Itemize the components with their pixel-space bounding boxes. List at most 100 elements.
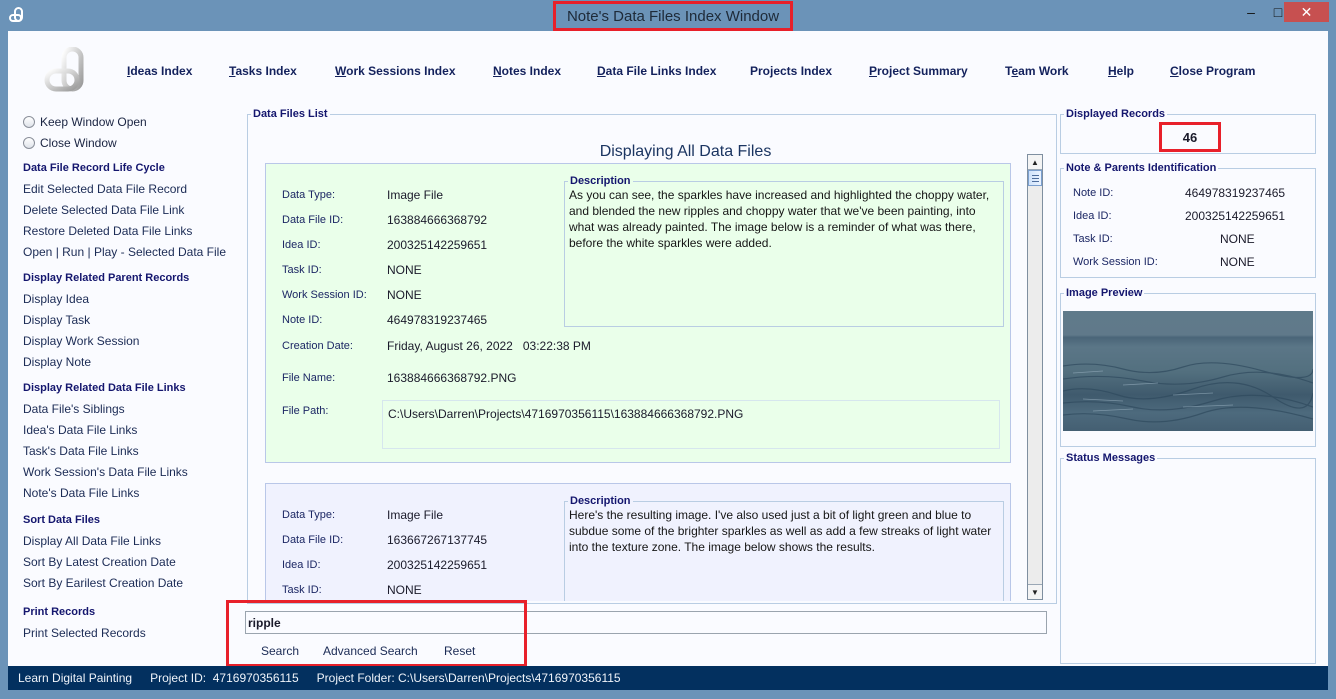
data-file-id-label: Data File ID: — [282, 534, 344, 546]
data-type-value: Image File — [387, 188, 444, 202]
edit-record-link[interactable]: Edit Selected Data File Record — [23, 179, 243, 200]
work-session-data-file-links-link[interactable]: Work Session's Data File Links — [23, 462, 243, 483]
section-title-life-cycle: Data File Record Life Cycle — [23, 162, 165, 174]
nav-close-program[interactable]: Close Program — [1170, 64, 1255, 78]
creation-date-value: Friday, August 26, 2022 03:22:38 PM — [387, 339, 591, 353]
task-id-label: Task ID: — [282, 584, 322, 596]
description-legend: Description — [570, 495, 631, 507]
sort-earliest-link[interactable]: Sort By Earilest Creation Date — [23, 573, 243, 594]
idea-data-file-links-link[interactable]: Idea's Data File Links — [23, 420, 243, 441]
grip-line — [1032, 178, 1039, 179]
id-task-label: Task ID: — [1073, 233, 1113, 245]
file-path-label: File Path: — [282, 405, 329, 417]
nav-help[interactable]: Help — [1108, 64, 1134, 78]
status-bar: Learn Digital Painting Project ID: 47169… — [8, 666, 1328, 690]
note-data-file-links-link[interactable]: Note's Data File Links — [23, 483, 243, 504]
note-id-label: Note ID: — [282, 314, 323, 326]
close-icon: ✕ — [1300, 3, 1313, 20]
id-task-value: NONE — [1220, 232, 1255, 246]
print-selected-link[interactable]: Print Selected Records — [23, 623, 243, 644]
window-title: Note's Data Files Index Window — [566, 7, 780, 25]
data-type-label: Data Type: — [282, 509, 335, 521]
minimize-button[interactable]: – — [1238, 2, 1264, 22]
image-preview[interactable] — [1063, 311, 1313, 431]
file-path-value: C:\Users\Darren\Projects\4716970356115\1… — [382, 400, 1000, 449]
idea-id-value: 200325142259651 — [387, 558, 488, 572]
displayed-records-legend: Displayed Records — [1066, 108, 1166, 120]
water-image — [1063, 362, 1313, 423]
grip-line — [1032, 175, 1039, 176]
grip-line — [1032, 181, 1039, 182]
data-file-id-label: Data File ID: — [282, 214, 344, 226]
data-type-value: Image File — [387, 508, 444, 522]
close-window-radio[interactable]: Close Window — [23, 132, 243, 153]
delete-link-link[interactable]: Delete Selected Data File Link — [23, 200, 243, 221]
list-scrollbar[interactable]: ▲ ▼ — [1027, 154, 1043, 600]
close-button[interactable]: ✕ — [1284, 2, 1329, 22]
file-name-value: 163884666368792.PNG — [387, 371, 517, 385]
list-heading: Displaying All Data Files — [599, 143, 772, 160]
description-panel: Description As you can see, the sparkles… — [564, 175, 1004, 327]
arrow-down-icon: ▼ — [1031, 587, 1039, 597]
arrow-up-icon: ▲ — [1031, 157, 1039, 167]
restore-links-link[interactable]: Restore Deleted Data File Links — [23, 221, 243, 242]
sort-latest-link[interactable]: Sort By Latest Creation Date — [23, 552, 243, 573]
nav-data-file-links-index[interactable]: Data File Links Index — [597, 64, 716, 78]
open-data-file-link[interactable]: Open | Run | Play - Selected Data File — [23, 242, 243, 263]
nav-notes-index[interactable]: Notes Index — [493, 64, 561, 78]
scroll-thumb[interactable] — [1028, 170, 1042, 186]
displayed-records-count: 46 — [1159, 122, 1221, 152]
work-session-id-value: NONE — [387, 288, 422, 302]
nav-project-summary[interactable]: Project Summary — [869, 64, 968, 78]
sidebar: Keep Window Open Close Window Data File … — [23, 111, 243, 644]
display-task-link[interactable]: Display Task — [23, 310, 243, 331]
id-work-session-label: Work Session ID: — [1073, 256, 1158, 268]
status-messages-panel: Status Messages — [1060, 452, 1316, 664]
description-legend: Description — [570, 175, 631, 187]
scroll-up-button[interactable]: ▲ — [1028, 155, 1042, 170]
nav-ideas-index[interactable]: Ideas Index — [127, 64, 192, 78]
idea-id-label: Idea ID: — [282, 559, 321, 571]
id-note-value: 464978319237465 — [1185, 186, 1286, 200]
search-highlight-box — [226, 600, 527, 667]
chain-link-icon — [9, 7, 23, 22]
identification-legend: Note & Parents Identification — [1066, 162, 1217, 174]
task-id-value: NONE — [387, 263, 422, 277]
data-file-record-selected[interactable]: Data Type: Image File Data File ID: 1638… — [265, 163, 1011, 463]
display-work-session-link[interactable]: Display Work Session — [23, 331, 243, 352]
radio-button-icon[interactable] — [23, 136, 35, 149]
description-text: As you can see, the sparkles have increa… — [569, 188, 990, 250]
radio-button-icon[interactable] — [23, 115, 35, 128]
image-preview-legend: Image Preview — [1066, 287, 1143, 299]
section-title-sort: Sort Data Files — [23, 514, 101, 526]
display-note-link[interactable]: Display Note — [23, 352, 243, 373]
data-type-label: Data Type: — [282, 189, 335, 201]
note-id-value: 464978319237465 — [387, 313, 488, 327]
client-area: Ideas Index Tasks Index Work Sessions In… — [8, 31, 1328, 690]
nav-tasks-index[interactable]: Tasks Index — [229, 64, 297, 78]
record-clip: Data Type: Image File Data File ID: 1636… — [265, 483, 1013, 601]
idea-id-label: Idea ID: — [282, 239, 321, 251]
section-title-related-links: Display Related Data File Links — [23, 382, 186, 394]
description-text: Here's the resulting image. I've also us… — [569, 508, 992, 554]
task-data-file-links-link[interactable]: Task's Data File Links — [23, 441, 243, 462]
top-navigation: Ideas Index Tasks Index Work Sessions In… — [8, 64, 1328, 80]
display-idea-link[interactable]: Display Idea — [23, 289, 243, 310]
id-note-label: Note ID: — [1073, 187, 1114, 199]
nav-projects-index[interactable]: Projects Index — [750, 64, 832, 78]
id-idea-label: Idea ID: — [1073, 210, 1112, 222]
description-panel: Description Here's the resulting image. … — [564, 495, 1004, 601]
maximize-icon: □ — [1273, 4, 1283, 20]
data-file-record[interactable]: Data Type: Image File Data File ID: 1636… — [265, 483, 1011, 601]
display-all-links-link[interactable]: Display All Data File Links — [23, 531, 243, 552]
data-file-siblings-link[interactable]: Data File's Siblings — [23, 399, 243, 420]
id-work-session-value: NONE — [1220, 255, 1255, 269]
section-title-print: Print Records — [23, 606, 96, 618]
nav-work-sessions-index[interactable]: Work Sessions Index — [335, 64, 456, 78]
scroll-down-button[interactable]: ▼ — [1028, 584, 1042, 599]
nav-team-work[interactable]: Team Work — [1005, 64, 1069, 78]
task-id-value: NONE — [387, 583, 422, 597]
keep-window-open-radio[interactable]: Keep Window Open — [23, 111, 243, 132]
title-bar: Note's Data Files Index Window – □ ✕ — [0, 0, 1336, 31]
task-id-label: Task ID: — [282, 264, 322, 276]
